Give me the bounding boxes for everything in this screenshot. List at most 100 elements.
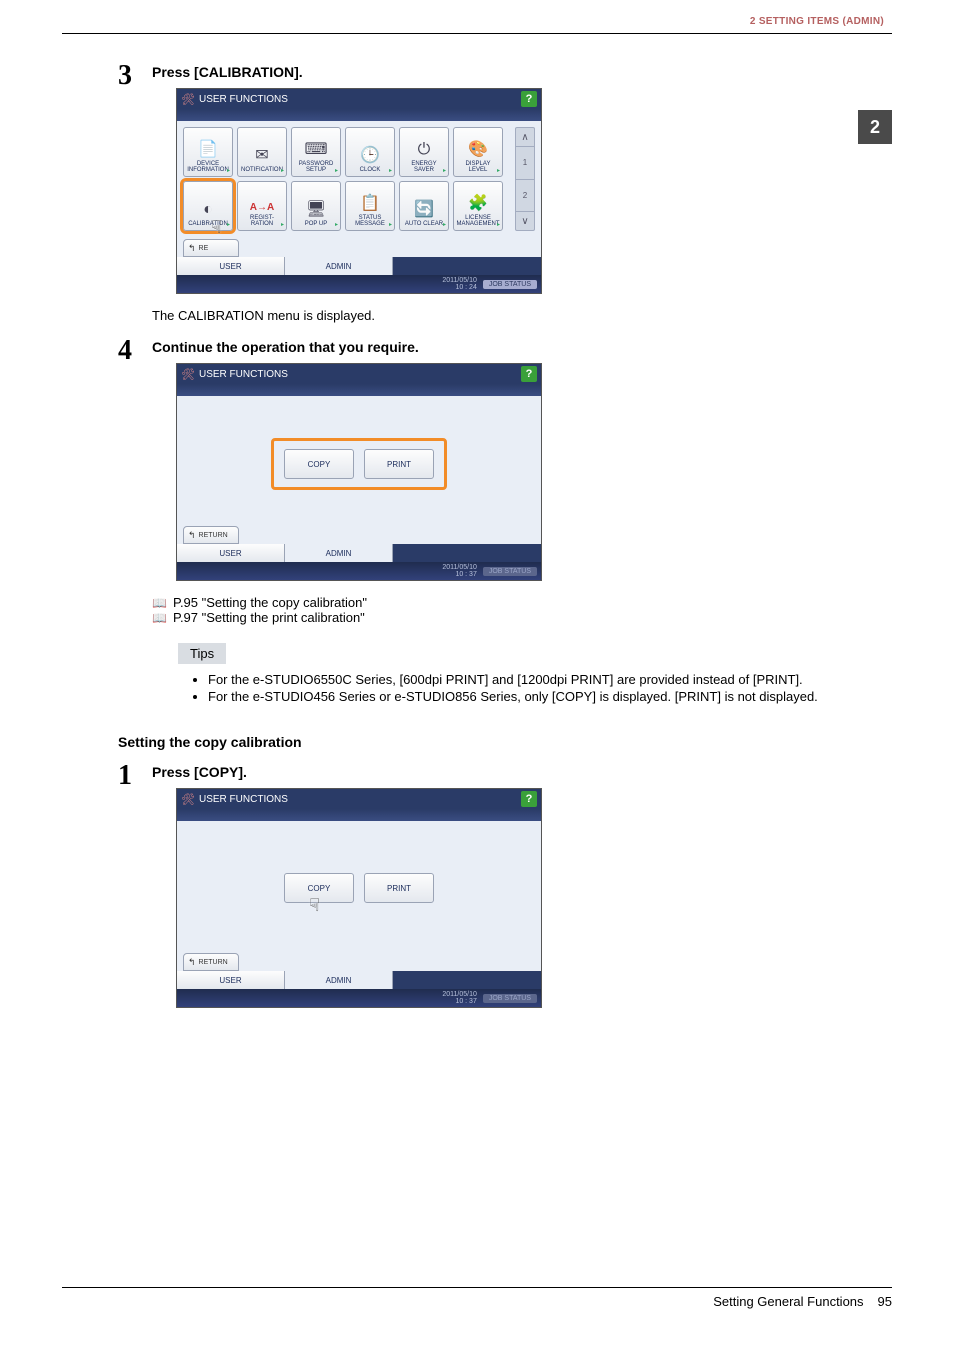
tips-item: For the e-STUDIO456 Series or e-STUDIO85… (208, 689, 892, 704)
return-button[interactable]: ↰RETURN (183, 526, 239, 544)
btn-print[interactable]: PRINT (364, 449, 434, 479)
screenshot-calibration-menu: 🛠 USER FUNCTIONS ? COPY PRINT (176, 363, 542, 581)
subheading: Setting the copy calibration (118, 734, 892, 750)
tab-user[interactable]: USER (177, 971, 285, 989)
screenshot-footer: 2011/05/10 10 : 37 JOB STATUS (177, 562, 541, 580)
tab-admin[interactable]: ADMIN (285, 257, 393, 275)
chevron-right-icon: ▸ (227, 167, 230, 174)
tab-user[interactable]: USER (177, 544, 285, 562)
chevron-right-icon: ▸ (497, 221, 500, 228)
screenshot-footer: 2011/05/10 10 : 24 JOB STATUS (177, 275, 541, 293)
energy-icon: ⏻ (418, 141, 431, 159)
breadcrumb: 2 SETTING ITEMS (ADMIN) (750, 16, 884, 27)
step-number: 3 (118, 62, 152, 302)
chevron-right-icon: ▸ (389, 221, 392, 228)
btn-status-message[interactable]: 📋STATUS MESSAGE▸ (345, 181, 395, 231)
scroll-up-button[interactable]: ∧ (516, 128, 534, 146)
job-status-button[interactable]: JOB STATUS (483, 994, 537, 1003)
display-icon: 🎨 (468, 139, 488, 159)
screenshot-tabs: USER ADMIN (177, 257, 541, 275)
return-button[interactable]: ↰RETURN (183, 953, 239, 971)
screen-title: USER FUNCTIONS (199, 794, 288, 805)
btn-license-management[interactable]: 🧩LICENSE MANAGEMENT▸ (453, 181, 503, 231)
btn-print[interactable]: PRINT (364, 873, 434, 903)
info-icon: 📄 (198, 139, 218, 159)
step-4: 4 Continue the operation that you requir… (118, 337, 892, 589)
btn-clock[interactable]: 🕒CLOCK▸ (345, 127, 395, 177)
screenshot-subbar (177, 109, 541, 121)
chevron-right-icon: ▸ (389, 167, 392, 174)
btn-display-level[interactable]: 🎨DISPLAY LEVEL▸ (453, 127, 503, 177)
btn-device-information[interactable]: 📄DEVICE INFORMATION▸ (183, 127, 233, 177)
tools-icon: 🛠 (181, 792, 195, 806)
screenshot-tabs: USER ADMIN (177, 971, 541, 989)
chevron-right-icon: ▸ (443, 167, 446, 174)
btn-energy-saver[interactable]: ⏻ENERGY SAVER▸ (399, 127, 449, 177)
screenshot-titlebar: 🛠 USER FUNCTIONS ? (177, 89, 541, 109)
btn-copy[interactable]: COPY (284, 449, 354, 479)
btn-auto-clear[interactable]: 🔄AUTO CLEAR▸ (399, 181, 449, 231)
screenshot-footer: 2011/05/10 10 : 37 JOB STATUS (177, 989, 541, 1007)
screenshot-subbar (177, 384, 541, 396)
return-arrow-icon: ↰ (188, 530, 196, 541)
scroll-column: ∧ 1 2 ∨ (515, 127, 535, 231)
job-status-button[interactable]: JOB STATUS (483, 280, 537, 289)
btn-copy[interactable]: COPY (284, 873, 354, 903)
help-button[interactable]: ? (521, 91, 537, 107)
step-number: 4 (118, 337, 152, 589)
timestamp: 2011/05/10 10 : 24 (442, 277, 477, 291)
page-footer: Setting General Functions 95 (62, 1287, 892, 1309)
help-button[interactable]: ? (521, 791, 537, 807)
btn-password-setup[interactable]: ⌨PASSWORD SETUP▸ (291, 127, 341, 177)
screenshot-body: COPY ☟ PRINT ↰RETURN (177, 821, 541, 971)
btn-registration[interactable]: A→AREGIST- RATION▸ (237, 181, 287, 231)
calibration-icon: ◐ (203, 201, 213, 219)
screenshot-titlebar: 🛠 USER FUNCTIONS ? (177, 789, 541, 809)
footer-page-number: 95 (878, 1294, 892, 1309)
help-button[interactable]: ? (521, 366, 537, 382)
timestamp: 2011/05/10 10 : 37 (442, 991, 477, 1005)
job-status-button[interactable]: JOB STATUS (483, 567, 537, 576)
popup-icon: 🖥 (306, 199, 326, 219)
screenshot-titlebar: 🛠 USER FUNCTIONS ? (177, 364, 541, 384)
tab-admin[interactable]: ADMIN (285, 971, 393, 989)
page-indicator-2: 2 (516, 180, 534, 212)
chevron-right-icon: ▸ (443, 221, 446, 228)
tips-item: For the e-STUDIO6550C Series, [600dpi PR… (208, 672, 892, 687)
chevron-right-icon: ▸ (227, 221, 230, 228)
step-title: Continue the operation that you require. (152, 339, 892, 355)
return-button[interactable]: ↰RE (183, 239, 239, 257)
screenshot-body: COPY PRINT ↰RETURN (177, 396, 541, 544)
registration-icon: A→A (250, 202, 274, 213)
license-icon: 🧩 (468, 193, 488, 213)
step-title: Press [CALIBRATION]. (152, 64, 892, 80)
btn-popup[interactable]: 🖥POP UP▸ (291, 181, 341, 231)
chapter-side-tab: 2 (858, 110, 892, 144)
notification-icon: ✉ (255, 145, 268, 165)
screenshot-press-copy: 🛠 USER FUNCTIONS ? COPY ☟ PRINT (176, 788, 542, 1008)
password-icon: ⌨ (304, 139, 327, 159)
tips-list: For the e-STUDIO6550C Series, [600dpi PR… (118, 672, 892, 704)
tab-user[interactable]: USER (177, 257, 285, 275)
tips-label: Tips (178, 643, 226, 664)
btn-calibration[interactable]: ◐CALIBRATION▸ (183, 181, 233, 231)
sub-step-1: 1 Press [COPY]. 🛠 USER FUNCTIONS ? (118, 762, 892, 1016)
scroll-down-button[interactable]: ∨ (516, 212, 534, 230)
screenshot-tabs: USER ADMIN (177, 544, 541, 562)
btn-notification[interactable]: ✉NOTIFICATION▸ (237, 127, 287, 177)
screenshot-body: 📄DEVICE INFORMATION▸ ✉NOTIFICATION▸ ⌨PAS… (177, 121, 541, 257)
clock-icon: 🕒 (360, 145, 380, 165)
page-header: 2 SETTING ITEMS (ADMIN) (62, 16, 892, 34)
autoclear-icon: 🔄 (414, 199, 434, 219)
status-icon: 📋 (360, 193, 380, 213)
step-number: 1 (118, 762, 152, 1016)
step-title: Press [COPY]. (152, 764, 892, 780)
chevron-right-icon: ▸ (281, 167, 284, 174)
chevron-right-icon: ▸ (335, 221, 338, 228)
reference-link-1: 📖 P.95 "Setting the copy calibration" (118, 595, 892, 610)
page-indicator-1: 1 (516, 147, 534, 179)
footer-section: Setting General Functions (713, 1294, 863, 1309)
chevron-right-icon: ▸ (281, 221, 284, 228)
screenshot-user-functions-grid: 🛠 USER FUNCTIONS ? 📄DEVICE INFORMATION▸ (176, 88, 542, 294)
tab-admin[interactable]: ADMIN (285, 544, 393, 562)
